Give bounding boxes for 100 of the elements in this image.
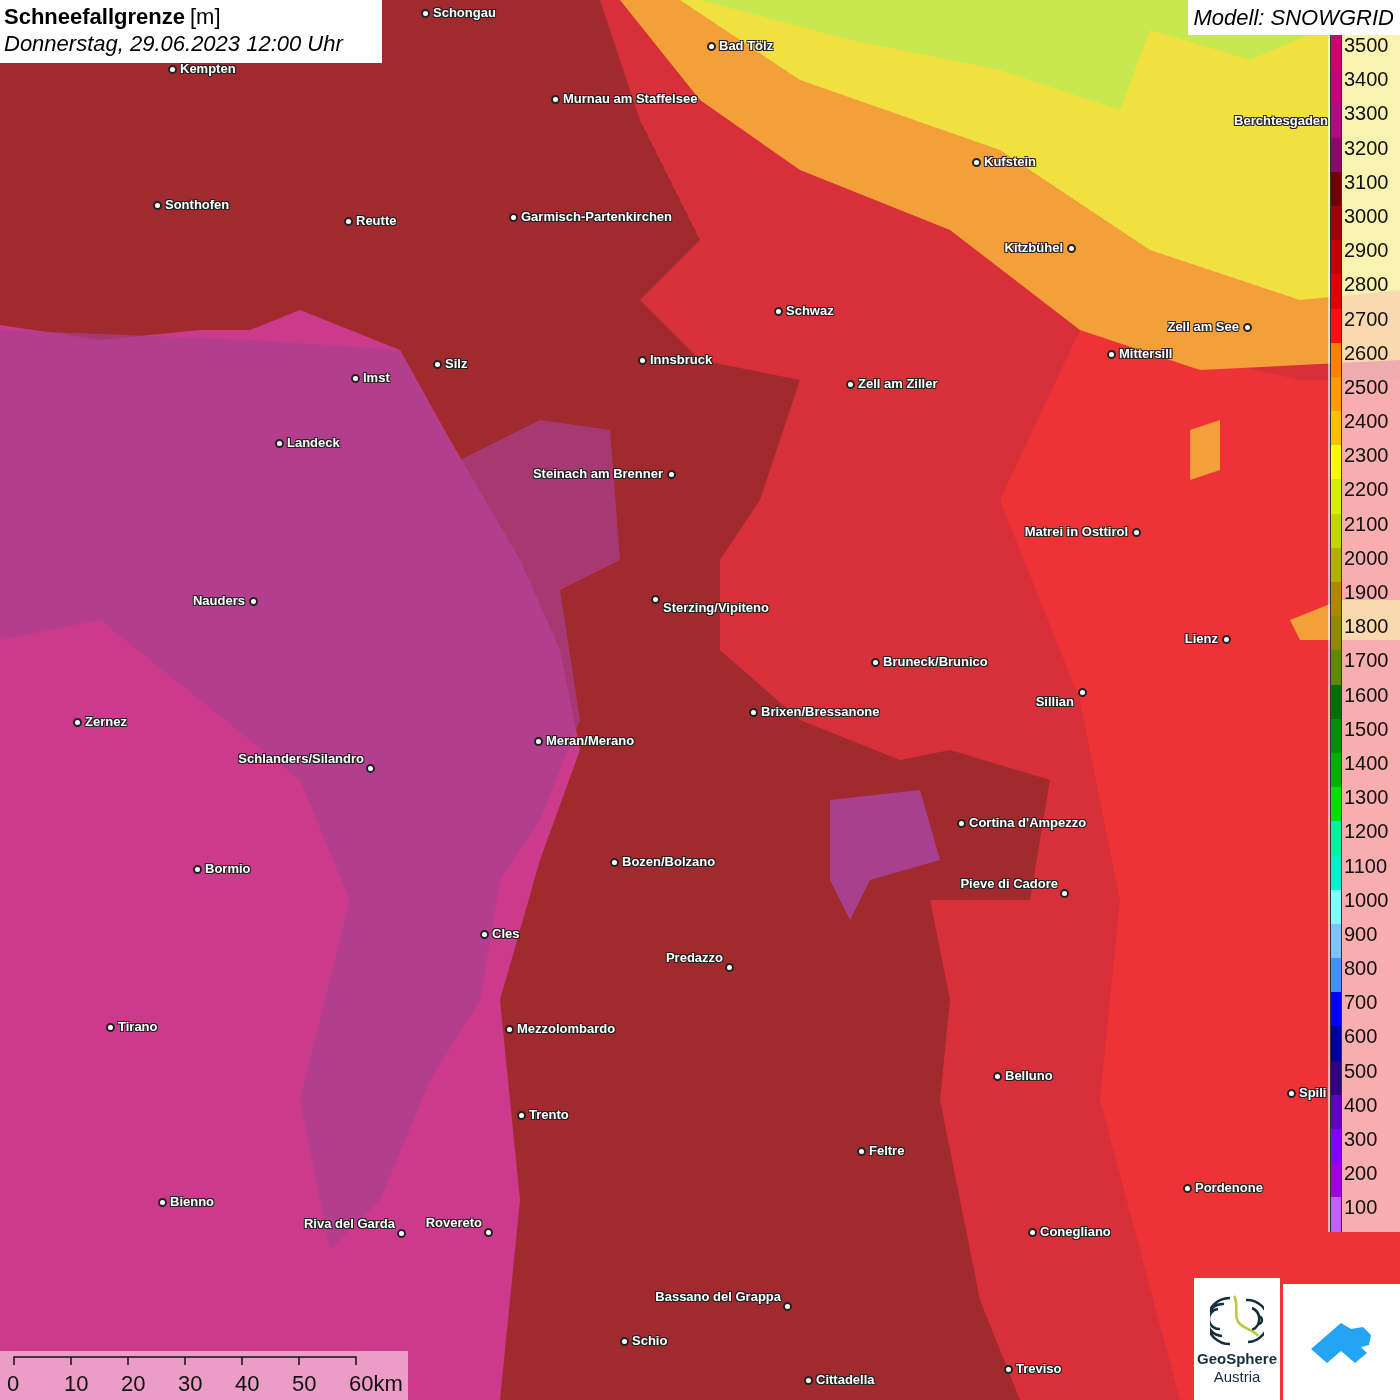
city-label: Conegliano (1040, 1224, 1111, 1239)
city-label: Silz (445, 356, 468, 371)
legend-label: 2200 (1344, 479, 1389, 500)
legend-label: 3300 (1344, 103, 1389, 124)
city-label: Pieve di Cadore (960, 876, 1058, 891)
scale-label: 0 (7, 1371, 20, 1397)
legend-label: 200 (1344, 1163, 1378, 1184)
legend-label: 2500 (1344, 376, 1389, 397)
legend-label: 3400 (1344, 69, 1389, 90)
city-label: Pordenone (1195, 1180, 1263, 1195)
city-label: Bienno (170, 1194, 215, 1209)
legend-label: 1000 (1344, 889, 1389, 910)
city-label: Bormio (205, 861, 251, 876)
model-label: Modell: SNOWGRID (1187, 0, 1400, 35)
legend-label: 500 (1344, 1060, 1378, 1081)
legend-label: 1400 (1344, 752, 1389, 773)
legend-label: 2900 (1344, 240, 1389, 261)
city-label: Belluno (1005, 1068, 1053, 1083)
scale-label: 10 (64, 1371, 89, 1397)
legend-label: 3200 (1344, 137, 1389, 158)
logo-subtitle: Austria (1213, 1368, 1261, 1386)
city-label: Zell am Ziller (858, 376, 938, 391)
scale-label: 20 (121, 1371, 146, 1397)
legend-label: 300 (1344, 1129, 1378, 1149)
city-label: Meran/Merano (546, 733, 635, 748)
city-label: Schlanders/Silandro (238, 751, 364, 766)
legend-label: 600 (1344, 1026, 1378, 1047)
city-label: Imst (363, 370, 390, 385)
city-label: Lienz (1184, 631, 1218, 646)
city-label: Garmisch-Partenkirchen (521, 209, 672, 224)
legend-label: 2300 (1344, 445, 1389, 466)
legend-label: 1200 (1344, 821, 1389, 842)
scale-label: 50 (292, 1371, 317, 1397)
city-label: Kitzbühel (1004, 240, 1063, 255)
city-label: Bozen/Bolzano (622, 854, 716, 869)
legend-label: 2100 (1344, 513, 1389, 534)
legend-label: 2600 (1344, 342, 1389, 363)
legend-label: 100 (1344, 1197, 1378, 1218)
city-label: Reutte (356, 213, 397, 228)
scale-bar-icon (13, 1356, 357, 1366)
city-label: Schio (632, 1333, 668, 1348)
legend-label: 3000 (1344, 205, 1389, 226)
city-label: Cortina d'Ampezzo (969, 815, 1087, 830)
date-label: Donnerstag, 29.06.2023 12:00 Uhr (4, 30, 345, 58)
map-title: Schneefallgrenze (4, 3, 185, 30)
logo-text: GeoSphere (1197, 1350, 1277, 1368)
city-label: Spili (1299, 1085, 1327, 1100)
legend-label: 1100 (1344, 855, 1387, 876)
legend-label: 1600 (1344, 684, 1389, 705)
city-label: Steinach am Brenner (532, 466, 663, 481)
city-label: Murnau am Staffelsee (563, 91, 698, 106)
city-label: Treviso (1016, 1361, 1062, 1376)
city-label: Feltre (869, 1143, 905, 1158)
city-label: Tirano (118, 1019, 158, 1034)
city-label: Innsbruck (650, 352, 713, 367)
city-label: Riva del Garda (303, 1216, 395, 1231)
scale-label: 30 (178, 1371, 203, 1397)
legend-label: 1700 (1344, 650, 1389, 671)
city-label: Nauders (192, 593, 245, 608)
legend-label: 2400 (1344, 411, 1389, 432)
city-label: Landeck (287, 435, 340, 450)
legend-label: 1500 (1344, 718, 1389, 739)
city-label: Cittadella (816, 1372, 875, 1387)
legend-label: 2800 (1344, 274, 1389, 295)
city-label: Schwaz (786, 303, 834, 318)
city-label: Cles (492, 926, 520, 941)
city-label: Trento (529, 1107, 569, 1122)
legend-label: 1300 (1344, 787, 1389, 808)
city-label: Berchtesgaden (1234, 113, 1328, 128)
city-label: Predazzo (665, 950, 723, 965)
legend-label: 400 (1344, 1094, 1378, 1115)
contour-lines-icon (1210, 1294, 1264, 1348)
city-label: Bruneck/Brunico (883, 654, 988, 669)
city-label: Rovereto (425, 1215, 482, 1230)
city-label: Mezzolombardo (517, 1021, 616, 1036)
city-label: Brixen/Bressanone (761, 704, 880, 719)
city-label: Zell am See (1167, 319, 1239, 334)
city-label: Sillian (1035, 694, 1074, 709)
legend-label: 3100 (1344, 171, 1389, 192)
legend-label: 800 (1344, 958, 1378, 979)
scale-label: 40 (235, 1371, 260, 1397)
legend-label: 2700 (1344, 308, 1389, 329)
city-label: Matrei in Osttirol (1024, 524, 1128, 539)
city-label: Sonthofen (165, 197, 230, 212)
city-label: Bad Tölz (719, 38, 774, 53)
city-label: Kufstein (984, 154, 1036, 169)
city-label: Sterzing/Vipiteno (663, 600, 769, 615)
city-label: Kempten (180, 61, 236, 76)
scale-label: 60km (349, 1371, 403, 1397)
unit-label: [m] (189, 3, 221, 30)
legend-label: 900 (1344, 923, 1378, 944)
city-label: Mittersill (1119, 346, 1173, 361)
legend-label: 2000 (1344, 547, 1389, 568)
legend-label: 700 (1344, 992, 1378, 1013)
city-label: Zernez (85, 714, 127, 729)
legend-label: 1900 (1344, 582, 1389, 602)
city-label: Bassano del Grappa (655, 1289, 781, 1304)
legend-label: 1800 (1344, 616, 1389, 637)
city-label: Schongau (433, 5, 496, 20)
legend-label: 3500 (1344, 35, 1389, 55)
